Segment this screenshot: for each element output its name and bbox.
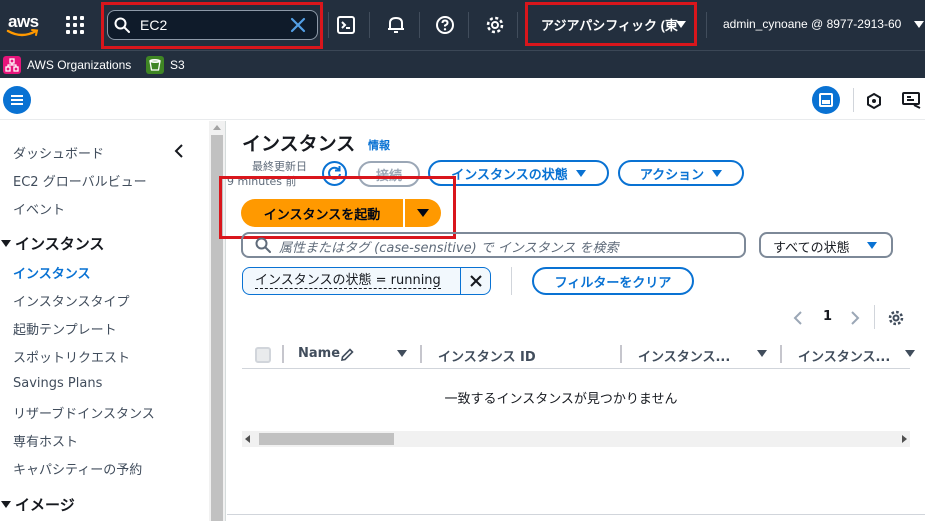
select-all-checkbox[interactable] [255, 347, 271, 363]
scroll-up-arrow-icon[interactable] [213, 125, 221, 130]
page-title: インスタンス [242, 133, 356, 155]
close-icon [470, 275, 482, 287]
favorite-label: S3 [170, 58, 185, 72]
favorite-aws-organizations[interactable]: AWS Organizations [3, 55, 131, 75]
dropdown-caret-icon [867, 242, 877, 249]
column-header-name[interactable]: Name [298, 346, 340, 361]
search-placeholder: 属性またはタグ (case-sensitive) で インスタンス を検索 [279, 241, 619, 256]
section-label: イメージ [15, 496, 75, 514]
region-highlight-box [525, 2, 697, 46]
sort-icon[interactable] [397, 350, 407, 357]
sidebar-item-reserved-instances[interactable]: リザーブドインスタンス [13, 403, 155, 422]
collapse-sidebar-icon[interactable] [173, 144, 185, 158]
sidebar-section-instances[interactable]: インスタンス [0, 233, 104, 254]
actions-label: アクション [639, 167, 705, 183]
empty-table-message: 一致するインスタンスが見つかりません [444, 392, 678, 407]
instance-search-input[interactable]: 属性またはタグ (case-sensitive) で インスタンス を検索 [241, 232, 746, 258]
table-preferences-gear-icon[interactable] [887, 309, 905, 327]
sidebar-item-launch-templates[interactable]: 起動テンプレート [13, 319, 117, 338]
last-updated-label: 最終更新日 [252, 160, 307, 173]
sidebar-item-instance-types[interactable]: インスタンスタイプ [13, 291, 129, 310]
split-panel-button[interactable] [812, 86, 840, 114]
sidebar-item-savings-plans[interactable]: Savings Plans [13, 376, 102, 391]
cloudshell-icon[interactable] [336, 14, 358, 36]
edit-pencil-icon [341, 348, 354, 361]
s3-bucket-icon [146, 56, 164, 74]
notification-panel-icon[interactable] [902, 91, 922, 109]
instance-state-label: インスタンスの状態 [451, 167, 568, 183]
instances-panel: インスタンス 情報 最終更新日 9 minutes 前 接続 インスタンスの状態… [219, 121, 925, 521]
split-panel-icon [819, 93, 833, 107]
expand-caret-icon [1, 240, 11, 247]
account-label: admin_cynoane @ 8977-2913-60 [723, 17, 902, 31]
info-link[interactable]: 情報 [368, 137, 390, 153]
settings-gear-icon[interactable] [484, 14, 506, 36]
sort-icon[interactable] [905, 350, 915, 357]
filter-token-label[interactable]: インスタンスの状態 = running [255, 273, 441, 289]
scroll-right-arrow-icon[interactable] [902, 435, 907, 443]
sidebar-item-global-view[interactable]: EC2 グローバルビュー [13, 171, 147, 190]
state-filter-value: すべての状態 [773, 241, 850, 256]
sidebar-item-instances[interactable]: インスタンス [13, 263, 90, 282]
search-highlight-box [101, 2, 323, 49]
sidebar-item-dashboard[interactable]: ダッシュボード [13, 143, 104, 162]
top-navigation: aws EC2 アジアパシフィック (東 admin_cynoane @ 897… [0, 0, 925, 50]
sidebar-section-images[interactable]: イメージ [0, 494, 75, 515]
organizations-icon [3, 56, 21, 74]
state-filter-select[interactable]: すべての状態 [759, 232, 893, 258]
services-grid-icon[interactable] [66, 16, 84, 34]
help-icon[interactable] [434, 14, 456, 36]
launch-highlight-box [219, 176, 456, 239]
scroll-left-arrow-icon[interactable] [245, 435, 250, 443]
aws-smile-icon [6, 29, 39, 37]
clear-filters-button[interactable]: フィルターをクリア [532, 267, 694, 295]
previous-page-icon[interactable] [792, 311, 804, 325]
side-menu-button[interactable] [3, 86, 31, 114]
sort-icon[interactable] [757, 350, 767, 357]
sidebar-item-capacity-reservations[interactable]: キャパシティーの予約 [13, 459, 142, 478]
account-caret-icon [914, 21, 924, 28]
dropdown-caret-icon [575, 169, 586, 177]
favorite-label: AWS Organizations [27, 58, 132, 72]
sidebar-navigation: ダッシュボード EC2 グローバルビュー イベント インスタンス インスタンス … [0, 121, 209, 521]
actions-button[interactable]: アクション [618, 160, 744, 186]
sidebar-item-spot-requests[interactable]: スポットリクエスト [13, 347, 130, 366]
search-icon [255, 237, 271, 253]
column-header-instance-id[interactable]: インスタンス ID [438, 346, 536, 365]
console-toolbar [0, 78, 925, 120]
filter-token: インスタンスの状態 = running [242, 267, 491, 295]
help-panel-icon[interactable] [865, 92, 883, 110]
current-page[interactable]: 1 [823, 309, 832, 324]
table-horizontal-scrollbar[interactable] [242, 431, 910, 447]
favorites-bar: AWS Organizations S3 [0, 50, 925, 78]
favorite-s3[interactable]: S3 [146, 55, 185, 75]
clear-filters-label: フィルターをクリア [554, 275, 672, 291]
remove-filter-button[interactable] [460, 268, 491, 294]
column-header-instance-state[interactable]: インスタンス... [638, 346, 730, 365]
expand-caret-icon [1, 501, 11, 508]
sidebar-item-events[interactable]: イベント [13, 199, 65, 218]
aws-logo[interactable]: aws [4, 10, 42, 40]
sidebar-item-dedicated-hosts[interactable]: 専有ホスト [13, 431, 78, 450]
section-label: インスタンス [15, 235, 105, 253]
column-header-instance-type[interactable]: インスタンス... [798, 346, 890, 365]
notifications-bell-icon[interactable] [385, 14, 407, 36]
next-page-icon[interactable] [849, 311, 861, 325]
instances-table-header: Name インスタンス ID インスタンス... インスタンス... [242, 341, 915, 369]
scrollbar-thumb[interactable] [259, 433, 394, 445]
dropdown-caret-icon [712, 169, 723, 177]
